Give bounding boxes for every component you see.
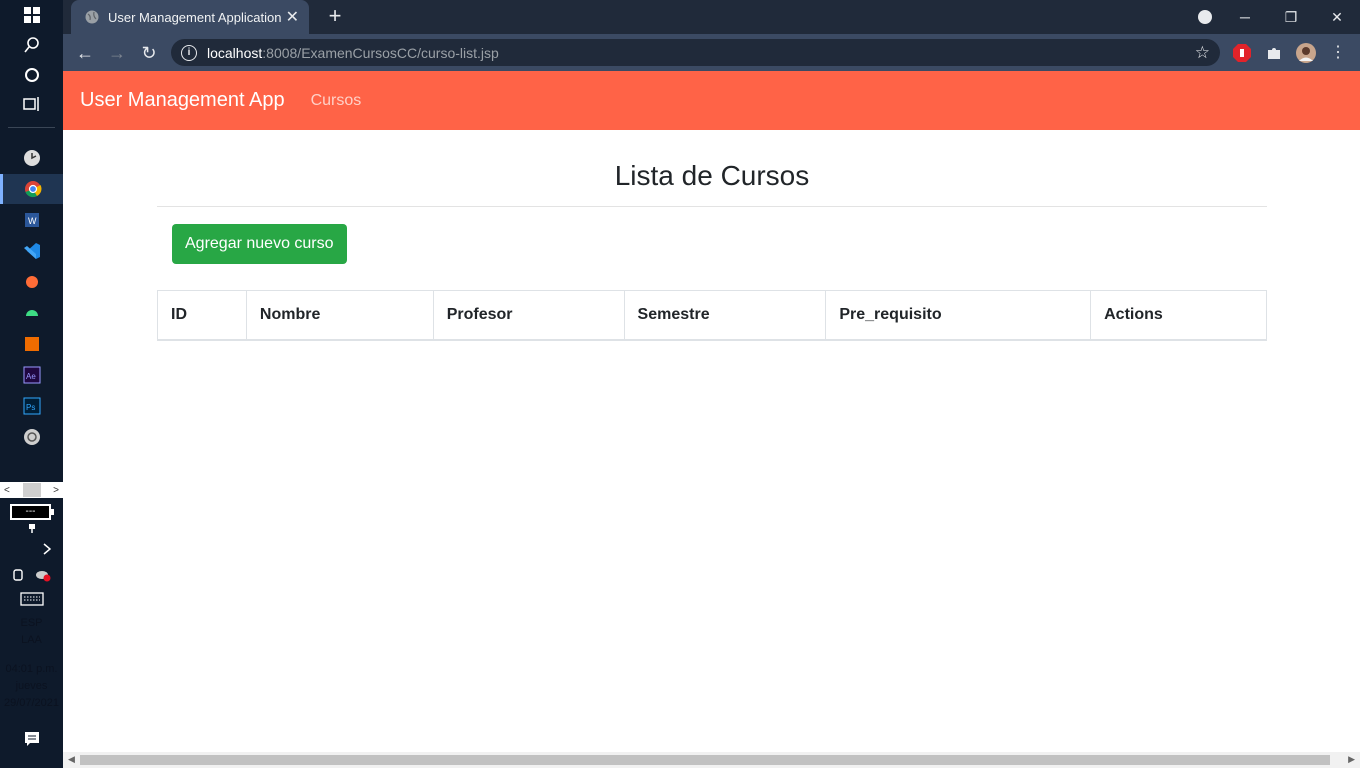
notification-center-icon[interactable] [0, 724, 63, 754]
day-label: jueves [15, 680, 48, 692]
onedrive-error-icon[interactable] [35, 568, 51, 582]
svg-text:Ae: Ae [26, 372, 36, 381]
chrome-menu-icon[interactable]: ⋮ [1325, 40, 1351, 66]
window-controls: ─ ❐ ✕ [1222, 0, 1360, 34]
scroll-left-arrow-icon[interactable]: ◀ [68, 754, 75, 765]
battery-icon[interactable]: --- [10, 504, 54, 520]
clock-app-icon[interactable] [0, 143, 63, 173]
courses-table: ID Nombre Profesor Semestre Pre_requisit… [157, 290, 1267, 341]
after-effects-icon[interactable]: Ae [0, 360, 63, 390]
table-header-row: ID Nombre Profesor Semestre Pre_requisit… [157, 290, 1267, 341]
android-studio-icon[interactable] [0, 298, 63, 328]
meet-now-icon[interactable] [12, 568, 26, 582]
scroll-right-icon[interactable]: > [53, 485, 59, 496]
restore-icon[interactable]: ❐ [1268, 9, 1314, 26]
vscode-icon[interactable] [0, 236, 63, 266]
tab-search-icon[interactable] [1198, 10, 1212, 24]
close-window-icon[interactable]: ✕ [1314, 9, 1360, 26]
url-path: :8008/ExamenCursosCC/curso-list.jsp [262, 44, 499, 61]
word-icon[interactable]: W [0, 205, 63, 235]
column-header-id: ID [157, 290, 247, 341]
plug-icon [0, 520, 63, 534]
scroll-left-icon[interactable]: < [4, 485, 10, 496]
postman-icon[interactable] [0, 267, 63, 297]
url-host: localhost [207, 44, 263, 61]
language-indicator[interactable]: ESP LAA [0, 615, 63, 649]
scroll-right-arrow-icon[interactable]: ▶ [1348, 754, 1355, 765]
column-header-pre-requisito: Pre_requisito [825, 290, 1092, 341]
scrollbar-thumb[interactable] [80, 755, 1330, 765]
adblock-extension-icon[interactable] [1232, 43, 1252, 63]
close-tab-icon[interactable]: ✕ [286, 7, 299, 27]
divider [157, 206, 1267, 207]
browser-toolbar: ← → ↻ i localhost:8008/ExamenCursosCC/cu… [63, 34, 1360, 71]
browser-tab-strip: User Management Application ✕ + ─ ❐ ✕ [63, 0, 1360, 34]
minimize-icon[interactable]: ─ [1222, 9, 1268, 25]
page-title: Lista de Cursos [614, 160, 810, 191]
column-header-semestre: Semestre [623, 290, 827, 341]
cortana-icon[interactable] [0, 60, 63, 90]
keyboard-icon[interactable] [0, 584, 63, 614]
date-label: 29/07/2021 [3, 697, 60, 709]
site-info-icon[interactable]: i [181, 44, 197, 61]
forward-arrow-icon[interactable]: → [104, 40, 130, 66]
chrome-icon[interactable] [0, 174, 63, 204]
globe-icon [85, 10, 99, 24]
svg-text:W: W [28, 216, 37, 226]
tab-title: User Management Application [108, 9, 282, 25]
web-page: User Management App Cursos Lista de Curs… [63, 71, 1360, 752]
photoshop-icon[interactable]: Ps [0, 391, 63, 421]
browser-tab[interactable]: User Management Application ✕ [71, 0, 309, 34]
sublime-icon[interactable] [0, 329, 63, 359]
back-arrow-icon[interactable]: ← [72, 40, 98, 66]
svg-text:Ps: Ps [26, 403, 35, 412]
profile-avatar[interactable] [1296, 43, 1316, 63]
navbar: User Management App Cursos [63, 71, 1360, 130]
windows-start-icon[interactable] [0, 0, 63, 30]
nav-link-cursos[interactable]: Cursos [311, 92, 362, 110]
clock[interactable]: 04:01 p.m. jueves 29/07/2021 [0, 661, 63, 712]
column-header-actions: Actions [1090, 290, 1267, 341]
language-label: ESP [20, 617, 43, 629]
time-label: 04:01 p.m. [5, 663, 58, 675]
add-course-button[interactable]: Agregar nuevo curso [172, 224, 347, 264]
battery-text: --- [25, 506, 36, 517]
task-view-icon[interactable] [0, 89, 63, 119]
content-container: Lista de Cursos Agregar nuevo curso ID N… [157, 130, 1267, 341]
extensions-puzzle-icon[interactable] [1264, 43, 1284, 63]
windows-taskbar: W Ae Ps < > --- ESP LAA 04:01 p.m. jueve… [0, 0, 63, 768]
reload-icon[interactable]: ↻ [136, 40, 162, 66]
column-header-profesor: Profesor [432, 290, 625, 341]
column-header-nombre: Nombre [245, 290, 434, 341]
horizontal-scrollbar[interactable]: ◀ ▶ [63, 752, 1360, 768]
address-bar[interactable]: i localhost:8008/ExamenCursosCC/curso-li… [171, 39, 1220, 66]
navbar-brand[interactable]: User Management App [80, 89, 285, 112]
keyboard-layout-label: LAA [21, 634, 42, 646]
taskbar-scrollbar[interactable]: < > [0, 482, 63, 498]
scroll-thumb[interactable] [22, 483, 41, 497]
bookmark-star-icon[interactable]: ☆ [1195, 43, 1210, 63]
app-icon[interactable] [0, 422, 63, 452]
search-icon[interactable] [0, 30, 63, 60]
new-tab-button[interactable]: + [323, 5, 347, 29]
